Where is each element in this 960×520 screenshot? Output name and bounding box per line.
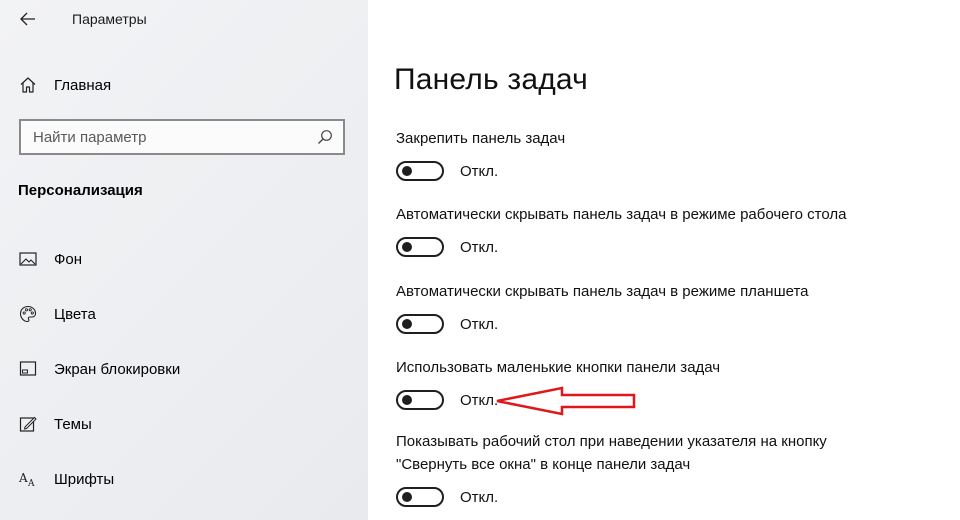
sidebar-item-fonts[interactable]: A A Шрифты [18, 466, 114, 492]
setting-row-autohide-desktop: Откл. [396, 235, 498, 259]
sidebar-item-label: Цвета [54, 305, 96, 323]
search-icon[interactable] [315, 127, 335, 147]
toggle-knob [402, 319, 412, 329]
sidebar-item-label: Шрифты [54, 470, 115, 488]
setting-label-line: "Свернуть все окна" в конце панели задач [396, 456, 691, 473]
sidebar: Параметры Главная Персонализация [0, 0, 368, 520]
search-box [19, 119, 345, 155]
small-buttons-toggle[interactable] [396, 390, 444, 410]
page-title: Панель задач [394, 63, 588, 96]
setting-row-peek: Откл. [396, 485, 498, 509]
toggle-state-label: Откл. [460, 391, 499, 409]
autohide-tablet-toggle[interactable] [396, 314, 444, 334]
sidebar-item-background[interactable]: Фон [18, 246, 82, 272]
title-bar: Параметры [0, 0, 368, 40]
setting-label-small-buttons: Использовать маленькие кнопки панели зад… [396, 359, 721, 376]
lock-taskbar-toggle[interactable] [396, 161, 444, 181]
toggle-state-label: Откл. [460, 315, 499, 333]
home-icon [18, 75, 38, 95]
setting-label-autohide-tablet: Автоматически скрывать панель задач в ре… [396, 283, 809, 300]
svg-text:A: A [27, 479, 35, 488]
setting-row-autohide-tablet: Откл. [396, 312, 498, 336]
fonts-icon: A A [18, 469, 38, 489]
toggle-knob [402, 242, 412, 252]
toggle-knob [402, 492, 412, 502]
toggle-knob [402, 166, 412, 176]
main-content: Панель задач Закрепить панель задач Откл… [368, 0, 960, 520]
palette-icon [18, 304, 38, 324]
setting-row-lock-taskbar: Откл. [396, 159, 498, 183]
lock-screen-icon [18, 359, 38, 379]
sidebar-item-colors[interactable]: Цвета [18, 301, 96, 327]
sidebar-item-label: Экран блокировки [54, 360, 181, 378]
section-title: Персонализация [18, 182, 143, 199]
settings-window: Параметры Главная Персонализация [0, 0, 960, 520]
setting-label-autohide-desktop: Автоматически скрывать панель задач в ре… [396, 206, 847, 223]
setting-row-small-buttons: Откл. [396, 388, 498, 412]
app-title: Параметры [72, 11, 147, 27]
toggle-state-label: Откл. [460, 488, 499, 506]
back-button[interactable] [14, 6, 42, 32]
setting-label-line: Показывать рабочий стол при наведении ук… [396, 433, 827, 450]
themes-icon [18, 414, 38, 434]
image-icon [18, 249, 38, 269]
autohide-desktop-toggle[interactable] [396, 237, 444, 257]
toggle-knob [402, 395, 412, 405]
toggle-state-label: Откл. [460, 238, 499, 256]
sidebar-item-home[interactable]: Главная [18, 72, 111, 98]
sidebar-item-label: Главная [54, 76, 112, 94]
peek-toggle[interactable] [396, 487, 444, 507]
setting-label-peek: Показывать рабочий стол при наведении ук… [396, 430, 916, 476]
sidebar-item-themes[interactable]: Темы [18, 411, 92, 437]
back-arrow-icon [20, 12, 35, 26]
sidebar-item-label: Фон [54, 250, 83, 268]
sidebar-item-lock-screen[interactable]: Экран блокировки [18, 356, 180, 382]
svg-text:A: A [18, 471, 28, 485]
setting-label-lock-taskbar: Закрепить панель задач [396, 130, 566, 147]
toggle-state-label: Откл. [460, 162, 499, 180]
sidebar-item-label: Темы [54, 415, 92, 433]
search-input[interactable] [21, 120, 315, 154]
red-arrow-annotation [496, 386, 636, 416]
